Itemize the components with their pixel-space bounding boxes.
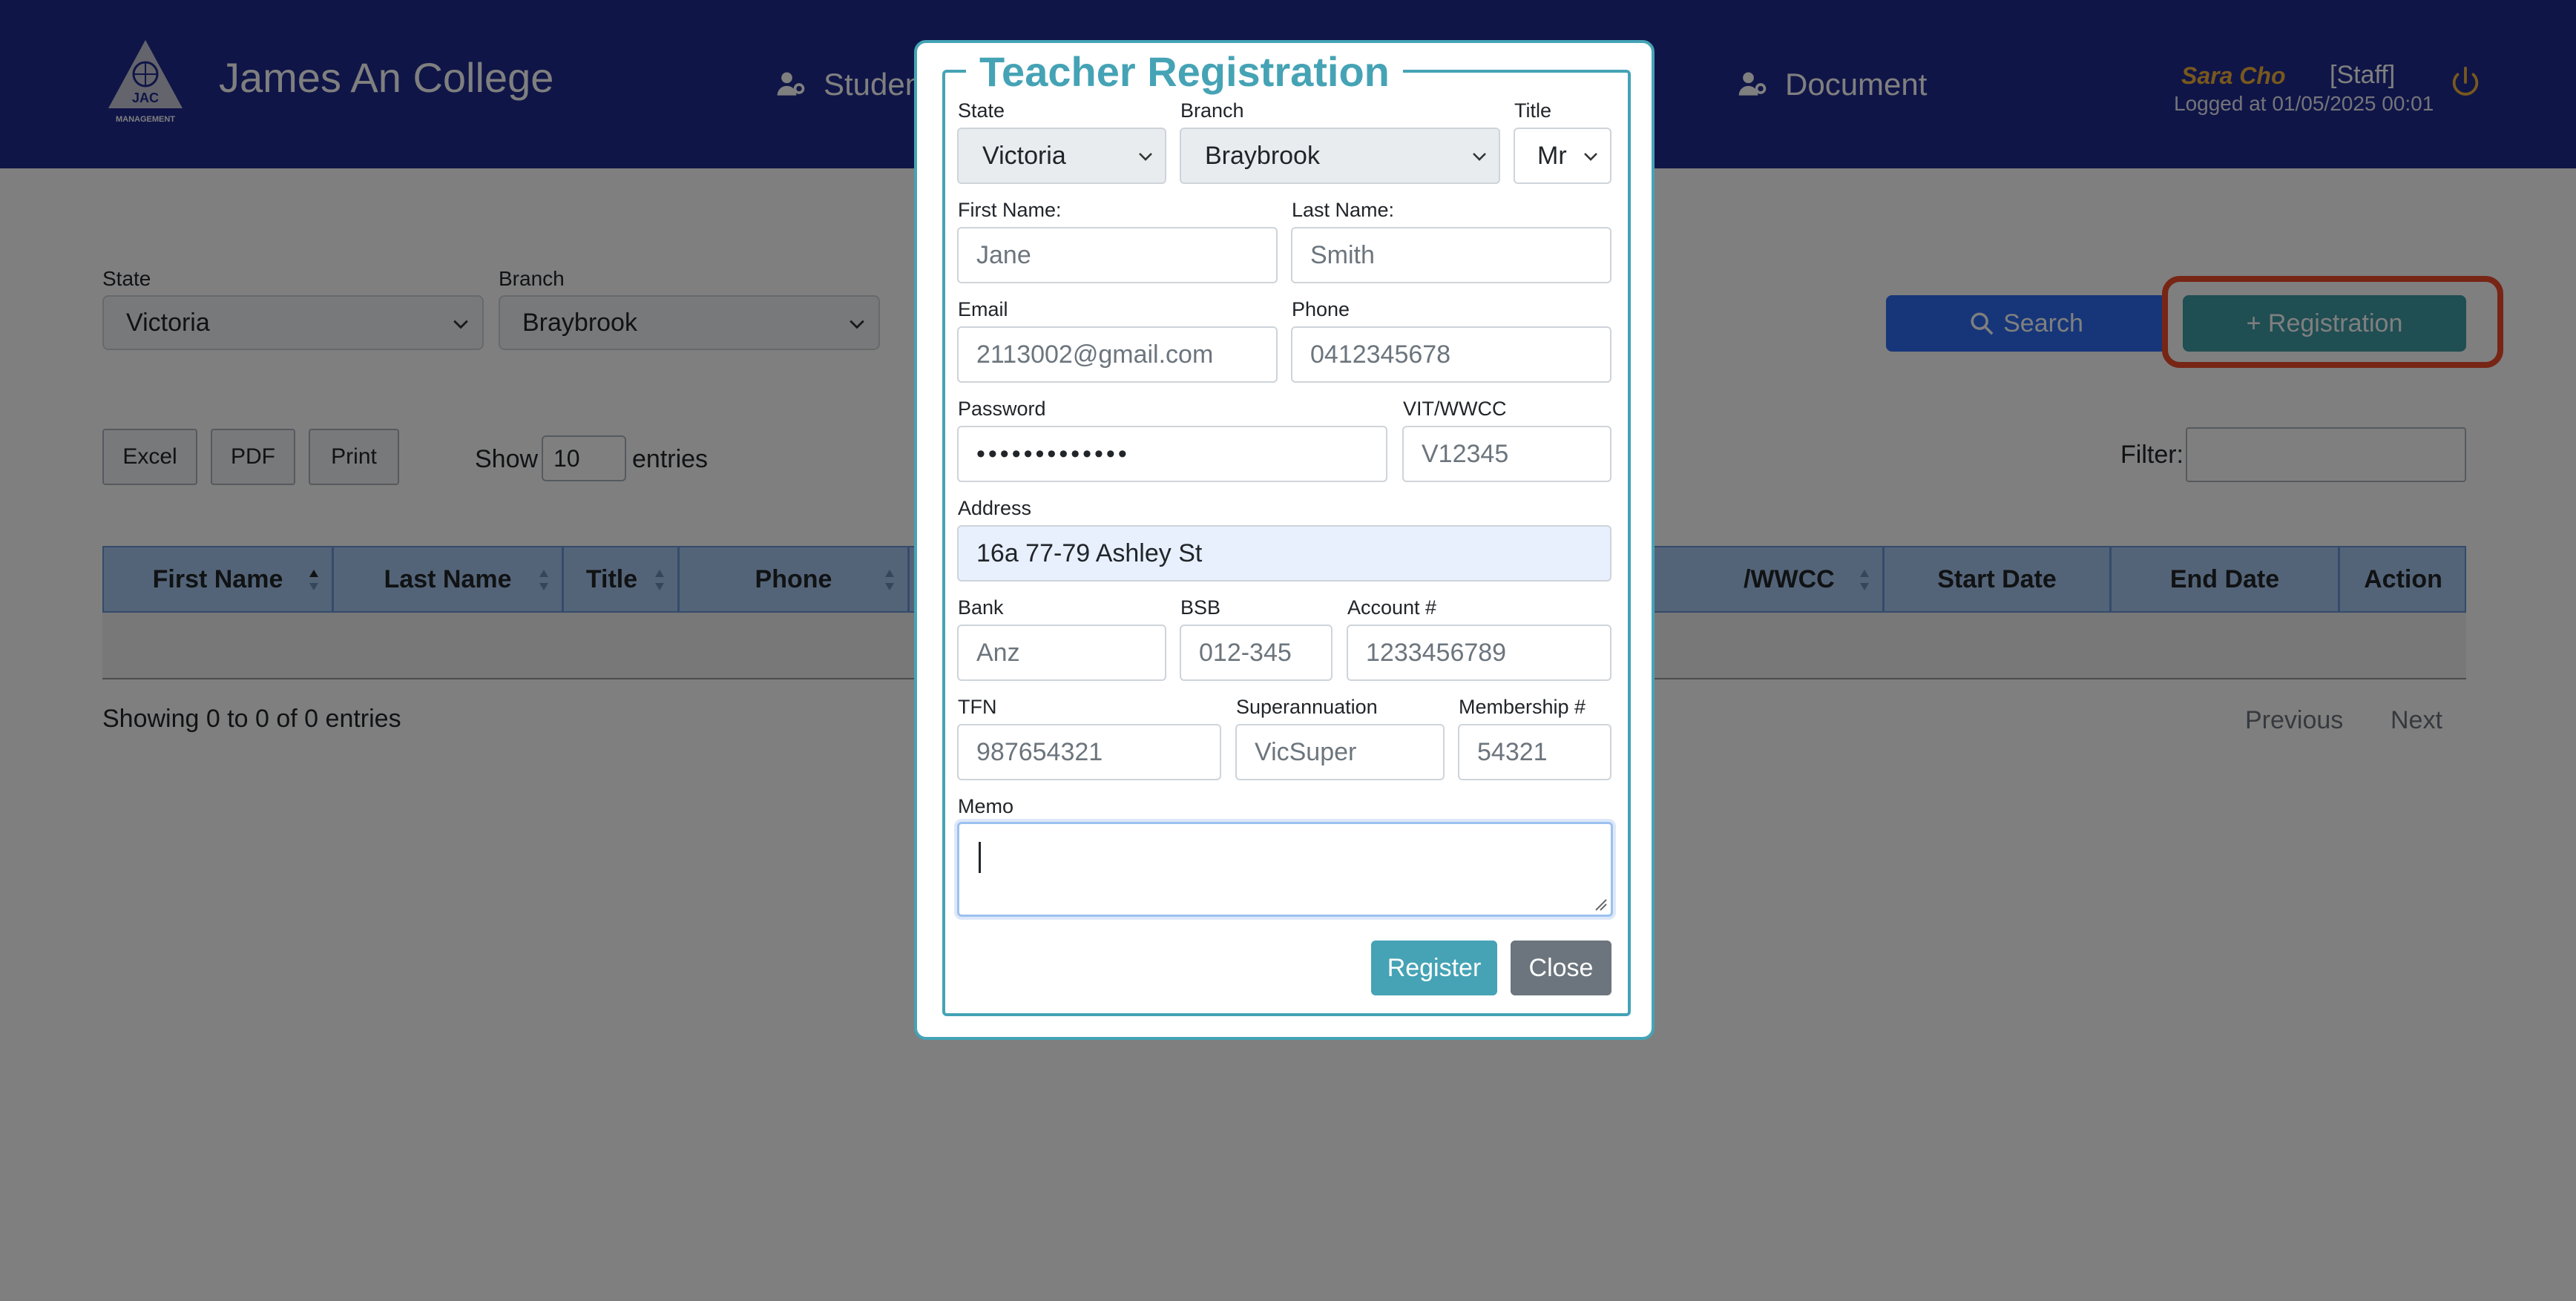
bank-label: Bank — [958, 596, 1004, 619]
first-name-label: First Name: — [958, 199, 1062, 221]
bsb-input[interactable]: 012-345 — [1180, 625, 1333, 681]
email-label: Email — [958, 298, 1008, 320]
membership-label: Membership # — [1459, 696, 1586, 718]
branch-select[interactable]: Braybrook — [1180, 128, 1500, 184]
phone-label: Phone — [1292, 298, 1350, 320]
chevron-down-icon — [1473, 153, 1486, 161]
first-name-input[interactable]: Jane — [957, 227, 1278, 283]
modal-title: Teacher Registration — [966, 47, 1403, 96]
text-caret — [979, 842, 981, 873]
state-select[interactable]: Victoria — [957, 128, 1166, 184]
address-input[interactable]: 16a 77-79 Ashley St — [957, 525, 1611, 582]
memo-label: Memo — [958, 795, 1014, 817]
branch-select-value: Braybrook — [1205, 142, 1320, 170]
close-button[interactable]: Close — [1511, 941, 1611, 995]
superannuation-label: Superannuation — [1236, 696, 1378, 718]
memo-textarea[interactable] — [957, 822, 1613, 917]
title-label: Title — [1514, 99, 1552, 122]
bank-input[interactable]: Anz — [957, 625, 1166, 681]
last-name-label: Last Name: — [1292, 199, 1395, 221]
address-label: Address — [958, 497, 1032, 519]
account-label: Account # — [1347, 596, 1437, 619]
title-select[interactable]: Mr — [1514, 128, 1611, 184]
state-label: State — [958, 99, 1005, 122]
vit-wwcc-input[interactable]: V12345 — [1402, 426, 1611, 482]
tfn-label: TFN — [958, 696, 997, 718]
register-button[interactable]: Register — [1371, 941, 1497, 995]
account-input[interactable]: 1233456789 — [1347, 625, 1611, 681]
chevron-down-icon — [1139, 153, 1152, 161]
title-select-value: Mr — [1537, 142, 1567, 170]
state-select-value: Victoria — [982, 142, 1066, 170]
chevron-down-icon — [1584, 153, 1597, 161]
password-label: Password — [958, 398, 1046, 420]
membership-input[interactable]: 54321 — [1458, 724, 1611, 780]
email-input[interactable]: 2113002@gmail.com — [957, 326, 1278, 383]
vit-wwcc-label: VIT/WWCC — [1403, 398, 1507, 420]
tfn-input[interactable]: 987654321 — [957, 724, 1221, 780]
phone-input[interactable]: 0412345678 — [1291, 326, 1611, 383]
bsb-label: BSB — [1180, 596, 1221, 619]
resize-grip-icon[interactable] — [1593, 897, 1608, 912]
last-name-input[interactable]: Smith — [1291, 227, 1611, 283]
superannuation-input[interactable]: VicSuper — [1235, 724, 1445, 780]
password-input[interactable]: ••••••••••••• — [957, 426, 1387, 482]
branch-label: Branch — [1180, 99, 1244, 122]
